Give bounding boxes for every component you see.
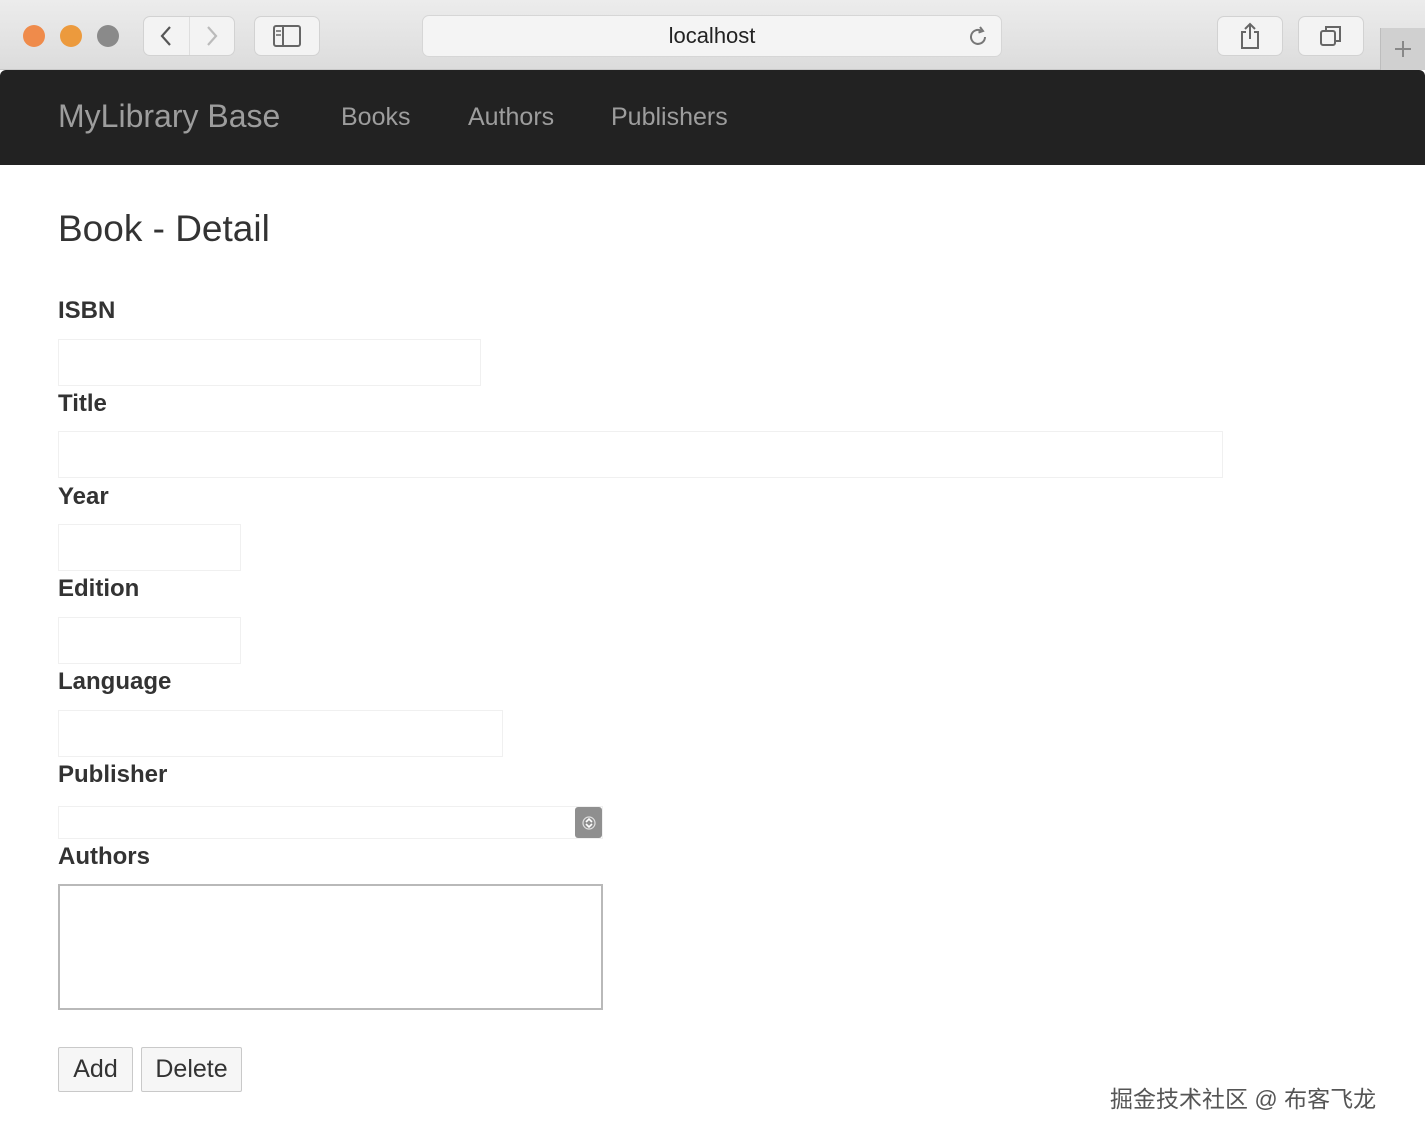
sidebar-toggle-button[interactable] xyxy=(254,16,320,56)
year-label: Year xyxy=(58,483,109,510)
select-arrows-icon[interactable] xyxy=(575,807,602,838)
title-input[interactable] xyxy=(58,431,1223,478)
reload-icon[interactable] xyxy=(965,24,991,50)
language-label: Language xyxy=(58,668,172,695)
watermark-text: 掘金技术社区 @ 布客飞龙 xyxy=(1110,1086,1377,1112)
chevron-left-icon xyxy=(160,26,172,46)
publisher-select[interactable] xyxy=(58,806,603,839)
year-input[interactable] xyxy=(58,524,241,571)
chevron-right-icon xyxy=(206,26,218,46)
authors-label: Authors xyxy=(58,843,150,870)
nav-publishers[interactable]: Publishers xyxy=(611,103,728,132)
isbn-label: ISBN xyxy=(58,297,116,324)
language-input[interactable] xyxy=(58,710,503,757)
title-label: Title xyxy=(58,390,107,417)
forward-button[interactable] xyxy=(188,17,235,55)
close-window-button[interactable] xyxy=(23,25,45,47)
share-button[interactable] xyxy=(1217,16,1283,56)
isbn-input[interactable] xyxy=(58,339,481,386)
history-navigation xyxy=(143,16,235,56)
plus-icon xyxy=(1395,41,1411,57)
tabs-icon xyxy=(1320,26,1341,46)
publisher-label: Publisher xyxy=(58,761,168,788)
brand-link[interactable]: MyLibrary Base xyxy=(58,98,280,135)
address-bar[interactable]: localhost xyxy=(422,15,1002,57)
delete-button[interactable]: Delete xyxy=(141,1047,242,1092)
edition-label: Edition xyxy=(58,575,140,602)
authors-multiselect[interactable] xyxy=(58,884,603,1010)
zoom-window-button[interactable] xyxy=(97,25,119,47)
share-icon xyxy=(1241,22,1259,49)
show-tabs-button[interactable] xyxy=(1298,16,1364,56)
nav-books[interactable]: Books xyxy=(341,103,410,132)
back-button[interactable] xyxy=(144,17,189,55)
edition-input[interactable] xyxy=(58,617,241,664)
new-tab-button[interactable] xyxy=(1380,28,1425,70)
sidebar-icon xyxy=(273,25,301,47)
url-text: localhost xyxy=(668,23,756,48)
add-button[interactable]: Add xyxy=(58,1047,133,1092)
nav-authors[interactable]: Authors xyxy=(468,103,554,132)
minimize-window-button[interactable] xyxy=(60,25,82,47)
app-navbar: MyLibrary Base Books Authors Publishers xyxy=(0,70,1425,165)
page-title: Book - Detail xyxy=(58,208,270,249)
browser-toolbar: localhost xyxy=(0,0,1425,70)
